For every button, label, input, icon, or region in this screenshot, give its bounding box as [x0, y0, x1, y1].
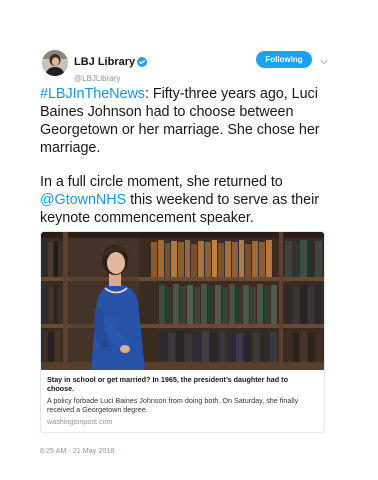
- tweet-header: LBJ Library @LBJLibrary Following: [40, 44, 330, 83]
- tweet: LBJ Library @LBJLibrary Following #LBJIn…: [40, 44, 330, 455]
- card-body: Stay in school or get married? In 1965, …: [41, 370, 324, 432]
- portrait-avatar-icon: [42, 50, 68, 76]
- card-domain: washingtonpost.com: [47, 417, 113, 426]
- display-name[interactable]: LBJ Library: [74, 56, 135, 68]
- avatar[interactable]: [42, 50, 68, 76]
- link-card[interactable]: Stay in school or get married? In 1965, …: [40, 231, 325, 433]
- timestamp[interactable]: 8:25 AM - 21 May 2018: [40, 446, 330, 455]
- author-block: LBJ Library @LBJLibrary: [74, 52, 148, 84]
- following-button[interactable]: Following: [256, 51, 312, 68]
- tweet-text: #LBJInTheNews: Fifty-three years ago, Lu…: [40, 85, 330, 227]
- mention-link[interactable]: @GtownNHS: [40, 192, 126, 208]
- card-title[interactable]: Stay in school or get married? In 1965, …: [47, 375, 317, 393]
- tweet-text-p2-start: In a full circle moment, she returned to: [40, 174, 283, 190]
- verified-badge-icon: [137, 54, 148, 72]
- handle[interactable]: @LBJLibrary: [74, 74, 147, 84]
- card-description: A policy forbade Luci Baines Johnson fro…: [47, 396, 299, 414]
- card-image[interactable]: [41, 232, 324, 370]
- chevron-down-icon[interactable]: [319, 54, 329, 65]
- hashtag-link[interactable]: #LBJInTheNews: [40, 86, 145, 102]
